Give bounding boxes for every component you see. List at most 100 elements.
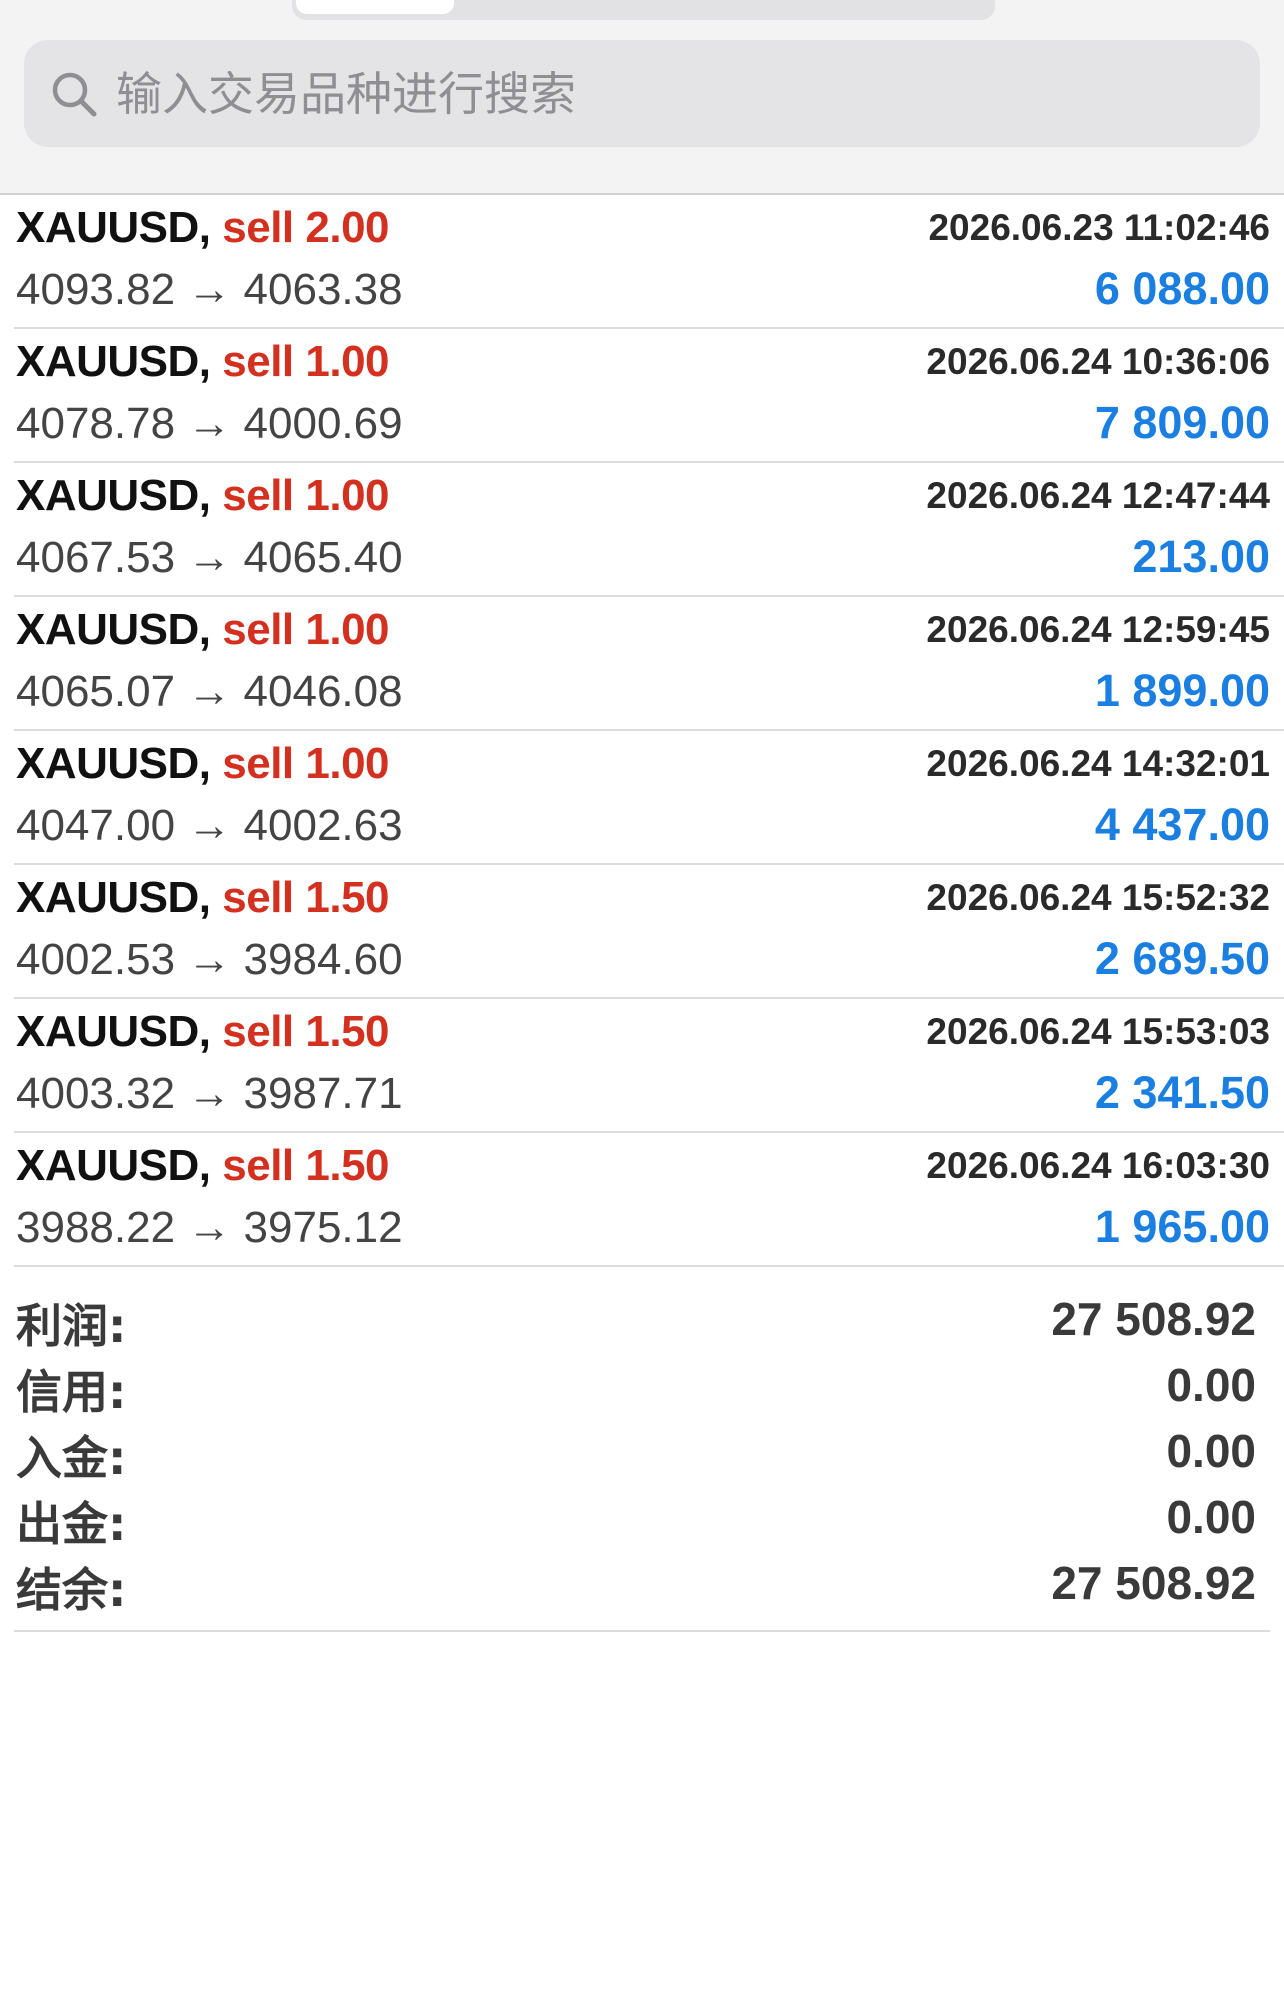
open-price: 4067.53 (16, 533, 176, 582)
summary-credit-row: 信用: 0.00 (14, 1356, 1270, 1422)
trade-profit: 2 689.50 (1094, 933, 1270, 984)
trade-close-time: 2026.06.24 12:47:44 (926, 475, 1270, 516)
trade-profit: 213.00 (1132, 531, 1270, 582)
trade-profit: 6 088.00 (1094, 263, 1270, 314)
trade-prices: 3988.22 → 3975.12 (16, 1203, 403, 1253)
trade-symbol: XAUUSD, (16, 605, 211, 654)
trade-profit: 1 965.00 (1094, 1201, 1270, 1252)
arrow-icon: → (187, 265, 232, 314)
summary-withdrawal-label: 出金: (16, 1497, 127, 1551)
account-summary: 利润: 27 508.92 信用: 0.00 入金: 0.00 出金: 0.00… (14, 1272, 1270, 1632)
summary-deposit-value: 0.00 (1166, 1425, 1256, 1477)
trade-prices: 4003.32 → 3987.71 (16, 1069, 403, 1119)
trade-prices: 4002.53 → 3984.60 (16, 935, 403, 985)
search-icon (46, 66, 102, 122)
summary-withdrawal-row: 出金: 0.00 (14, 1488, 1270, 1554)
summary-balance-row: 结余: 27 508.92 (14, 1554, 1270, 1620)
trade-profit: 1 899.00 (1094, 665, 1270, 716)
open-price: 4093.82 (16, 265, 176, 314)
trade-close-time: 2026.06.24 12:59:45 (926, 609, 1270, 650)
arrow-icon: → (187, 935, 232, 984)
close-price: 4046.08 (243, 667, 403, 716)
open-price: 4065.07 (16, 667, 176, 716)
summary-deposit-label: 入金: (16, 1431, 127, 1485)
trade-row[interactable]: XAUUSD, sell 1.50 2026.06.24 15:53:03 40… (14, 999, 1284, 1133)
trade-row[interactable]: XAUUSD, sell 1.00 2026.06.24 10:36:06 40… (14, 329, 1284, 463)
open-price: 4002.53 (16, 935, 176, 984)
close-price: 4002.63 (243, 801, 403, 850)
trade-symbol: XAUUSD, (16, 203, 211, 252)
open-price: 3988.22 (16, 1203, 176, 1252)
segment-selected[interactable] (296, 0, 454, 14)
trade-header: XAUUSD, sell 1.00 (16, 471, 390, 521)
summary-balance-value: 27 508.92 (1051, 1557, 1256, 1609)
arrow-icon: → (187, 533, 232, 582)
summary-deposit-row: 入金: 0.00 (14, 1422, 1270, 1488)
trade-symbol: XAUUSD, (16, 1007, 211, 1056)
trade-header: XAUUSD, sell 1.00 (16, 739, 390, 789)
summary-credit-value: 0.00 (1166, 1359, 1256, 1411)
trade-prices: 4065.07 → 4046.08 (16, 667, 403, 717)
summary-withdrawal-value: 0.00 (1166, 1491, 1256, 1543)
arrow-icon: → (187, 667, 232, 716)
trade-side-volume: sell 2.00 (222, 203, 390, 252)
trade-close-time: 2026.06.24 14:32:01 (926, 743, 1270, 784)
trade-side-volume: sell 1.00 (222, 337, 390, 386)
trade-close-time: 2026.06.24 15:53:03 (926, 1011, 1270, 1052)
trade-header: XAUUSD, sell 1.50 (16, 1007, 390, 1057)
trade-header: XAUUSD, sell 1.00 (16, 337, 390, 387)
close-price: 4065.40 (243, 533, 403, 582)
summary-balance-label: 结余: (16, 1563, 127, 1617)
summary-profit-value: 27 508.92 (1051, 1293, 1256, 1345)
trade-profit: 4 437.00 (1094, 799, 1270, 850)
trade-side-volume: sell 1.00 (222, 471, 390, 520)
trade-row[interactable]: XAUUSD, sell 1.00 2026.06.24 12:59:45 40… (14, 597, 1284, 731)
open-price: 4003.32 (16, 1069, 176, 1118)
arrow-icon: → (187, 1069, 232, 1118)
open-price: 4047.00 (16, 801, 176, 850)
arrow-icon: → (187, 801, 232, 850)
trade-row[interactable]: XAUUSD, sell 1.00 2026.06.24 14:32:01 40… (14, 731, 1284, 865)
close-price: 3984.60 (243, 935, 403, 984)
trade-side-volume: sell 1.00 (222, 605, 390, 654)
trade-profit: 7 809.00 (1094, 397, 1270, 448)
close-price: 4000.69 (243, 399, 403, 448)
trade-header: XAUUSD, sell 1.00 (16, 605, 390, 655)
trade-header: XAUUSD, sell 1.50 (16, 1141, 390, 1191)
trade-symbol: XAUUSD, (16, 873, 211, 922)
trade-row[interactable]: XAUUSD, sell 1.50 2026.06.24 16:03:30 39… (14, 1133, 1284, 1267)
trade-history-list: XAUUSD, sell 2.00 2026.06.23 11:02:46 40… (0, 195, 1284, 1267)
search-bar[interactable] (24, 40, 1260, 147)
trade-symbol: XAUUSD, (16, 471, 211, 520)
trade-side-volume: sell 1.50 (222, 873, 390, 922)
search-input[interactable] (116, 53, 1260, 134)
trade-prices: 4047.00 → 4002.63 (16, 801, 403, 851)
summary-profit-label: 利润: (16, 1299, 127, 1353)
close-price: 4063.38 (243, 265, 403, 314)
trade-prices: 4078.78 → 4000.69 (16, 399, 403, 449)
close-price: 3987.71 (243, 1069, 403, 1118)
trade-header: XAUUSD, sell 2.00 (16, 203, 390, 253)
trade-close-time: 2026.06.24 16:03:30 (926, 1145, 1270, 1186)
close-price: 3975.12 (243, 1203, 403, 1252)
trade-symbol: XAUUSD, (16, 337, 211, 386)
trade-side-volume: sell 1.00 (222, 739, 390, 788)
trade-side-volume: sell 1.50 (222, 1141, 390, 1190)
trade-row[interactable]: XAUUSD, sell 1.00 2026.06.24 12:47:44 40… (14, 463, 1284, 597)
trade-symbol: XAUUSD, (16, 739, 211, 788)
trade-row[interactable]: XAUUSD, sell 2.00 2026.06.23 11:02:46 40… (14, 195, 1284, 329)
segmented-control[interactable] (292, 0, 995, 20)
trade-side-volume: sell 1.50 (222, 1007, 390, 1056)
summary-profit-row: 利润: 27 508.92 (14, 1290, 1270, 1356)
trade-profit: 2 341.50 (1094, 1067, 1270, 1118)
trade-close-time: 2026.06.24 10:36:06 (926, 341, 1270, 382)
trade-close-time: 2026.06.24 15:52:32 (926, 877, 1270, 918)
header (0, 0, 1284, 195)
trade-symbol: XAUUSD, (16, 1141, 211, 1190)
arrow-icon: → (187, 399, 232, 448)
arrow-icon: → (187, 1203, 232, 1252)
trade-row[interactable]: XAUUSD, sell 1.50 2026.06.24 15:52:32 40… (14, 865, 1284, 999)
trade-prices: 4067.53 → 4065.40 (16, 533, 403, 583)
trade-header: XAUUSD, sell 1.50 (16, 873, 390, 923)
trade-prices: 4093.82 → 4063.38 (16, 265, 403, 315)
